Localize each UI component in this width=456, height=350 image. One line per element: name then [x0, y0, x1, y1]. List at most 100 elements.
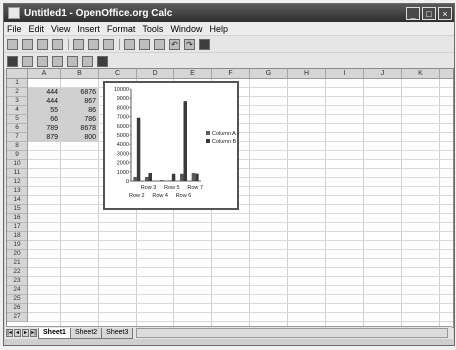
column-header-k[interactable]: K	[402, 69, 440, 79]
column-gridline	[325, 79, 326, 327]
chart-grid-icon[interactable]	[22, 55, 33, 67]
paste-icon[interactable]	[154, 38, 165, 50]
row-header-15[interactable]: 15	[7, 205, 28, 214]
menu-format[interactable]: Format	[107, 24, 136, 34]
sheet-tab-1[interactable]: Sheet1	[38, 327, 71, 339]
menu-help[interactable]: Help	[209, 24, 228, 34]
row-header-20[interactable]: 20	[7, 250, 28, 259]
redo-icon[interactable]: ↷	[184, 38, 195, 50]
row-header-14[interactable]: 14	[7, 196, 28, 205]
select-all-corner[interactable]	[7, 69, 28, 79]
menu-edit[interactable]: Edit	[29, 24, 45, 34]
sheet-tab-3[interactable]: Sheet3	[101, 327, 134, 339]
toolbar-overflow-icon[interactable]	[199, 38, 210, 50]
row-header-10[interactable]: 10	[7, 160, 28, 169]
next-sheet-icon[interactable]: ▸	[22, 329, 29, 337]
menu-insert[interactable]: Insert	[77, 24, 100, 34]
open-folder-icon[interactable]	[22, 38, 33, 50]
row-header-12[interactable]: 12	[7, 178, 28, 187]
row-header-16[interactable]: 16	[7, 214, 28, 223]
edit-file-icon[interactable]	[52, 38, 63, 50]
minimize-icon[interactable]: _	[406, 6, 420, 20]
new-document-icon[interactable]	[7, 38, 18, 50]
chart-data-table-icon[interactable]	[52, 55, 63, 67]
cell-a3[interactable]: 444	[28, 97, 60, 106]
row-gridline	[28, 294, 453, 295]
column-header-b[interactable]: B	[61, 69, 99, 79]
sheet-tab-2[interactable]: Sheet2	[69, 327, 103, 339]
window-title: Untitled1 - OpenOffice.org Calc	[24, 7, 173, 19]
last-sheet-icon[interactable]: ▸|	[30, 329, 37, 337]
cell-a7[interactable]: 879	[28, 133, 60, 142]
row-header-25[interactable]: 25	[7, 295, 28, 304]
cell-b4[interactable]: 86	[61, 106, 98, 115]
row-header-21[interactable]: 21	[7, 259, 28, 268]
copy-icon[interactable]	[139, 38, 150, 50]
chart-legend-icon[interactable]	[37, 55, 48, 67]
menu-file[interactable]: File	[7, 24, 22, 34]
row-header-2[interactable]: 2	[7, 88, 28, 97]
cut-icon[interactable]	[124, 38, 135, 50]
row-header-23[interactable]: 23	[7, 277, 28, 286]
row-header-4[interactable]: 4	[7, 106, 28, 115]
cell-b2[interactable]: 6876	[61, 88, 98, 97]
horizontal-scrollbar[interactable]	[136, 328, 448, 338]
column-header-j[interactable]: J	[364, 69, 402, 79]
first-sheet-icon[interactable]: |◂	[6, 329, 13, 337]
column-header-d[interactable]: D	[137, 69, 174, 79]
row-gridline	[28, 276, 453, 277]
row-header-6[interactable]: 6	[7, 124, 28, 133]
row-header-18[interactable]: 18	[7, 232, 28, 241]
spreadsheet-grid[interactable]: ABCDEFGHIJKL1234567891011121314151617181…	[6, 68, 454, 328]
cell-b7[interactable]: 800	[61, 133, 98, 142]
menu-tools[interactable]: Tools	[142, 24, 163, 34]
cell-a6[interactable]: 789	[28, 124, 60, 133]
row-header-17[interactable]: 17	[7, 223, 28, 232]
column-header-g[interactable]: G	[250, 69, 288, 79]
print-preview-icon[interactable]	[103, 38, 114, 50]
row-header-26[interactable]: 26	[7, 304, 28, 313]
maximize-icon[interactable]: □	[422, 6, 436, 20]
export-pdf-icon[interactable]	[73, 38, 84, 50]
row-header-27[interactable]: 27	[7, 313, 28, 322]
chart-rows-icon[interactable]	[67, 55, 78, 67]
row-header-7[interactable]: 7	[7, 133, 28, 142]
chart-type-icon[interactable]	[7, 55, 18, 67]
menu-view[interactable]: View	[51, 24, 70, 34]
cell-b6[interactable]: 8678	[61, 124, 98, 133]
column-header-f[interactable]: F	[212, 69, 250, 79]
row-header-8[interactable]: 8	[7, 142, 28, 151]
column-header-i[interactable]: I	[326, 69, 364, 79]
save-icon[interactable]	[37, 38, 48, 50]
cell-b3[interactable]: 867	[61, 97, 98, 106]
column-header-l[interactable]: L	[440, 69, 453, 79]
cell-a4[interactable]: 55	[28, 106, 60, 115]
row-header-3[interactable]: 3	[7, 97, 28, 106]
column-header-a[interactable]: A	[28, 69, 61, 79]
chart-columns-icon[interactable]	[82, 55, 93, 67]
undo-icon[interactable]: ↶	[169, 38, 180, 50]
column-header-c[interactable]: C	[99, 69, 137, 79]
row-header-5[interactable]: 5	[7, 115, 28, 124]
row-header-24[interactable]: 24	[7, 286, 28, 295]
print-icon[interactable]	[88, 38, 99, 50]
column-header-h[interactable]: H	[288, 69, 326, 79]
row-header-22[interactable]: 22	[7, 268, 28, 277]
column-header-e[interactable]: E	[174, 69, 212, 79]
row-header-1[interactable]: 1	[7, 79, 28, 88]
prev-sheet-icon[interactable]: ◂	[14, 329, 21, 337]
cell-a5[interactable]: 66	[28, 115, 60, 124]
chart-toolbar-overflow-icon[interactable]	[97, 55, 108, 67]
row-header-19[interactable]: 19	[7, 241, 28, 250]
row-header-13[interactable]: 13	[7, 187, 28, 196]
menu-window[interactable]: Window	[170, 24, 202, 34]
embedded-chart[interactable]: 0 1000 2000 3000 4000 5000 6000 7000 8000 9000 100…	[103, 81, 239, 210]
row-gridline	[28, 204, 453, 205]
row-header-9[interactable]: 9	[7, 151, 28, 160]
cell-a2[interactable]: 444	[28, 88, 60, 97]
bar-column-a-row-3	[145, 176, 149, 181]
row-gridline	[28, 168, 453, 169]
close-icon[interactable]: ×	[438, 6, 452, 20]
row-header-11[interactable]: 11	[7, 169, 28, 178]
cell-b5[interactable]: 786	[61, 115, 98, 124]
